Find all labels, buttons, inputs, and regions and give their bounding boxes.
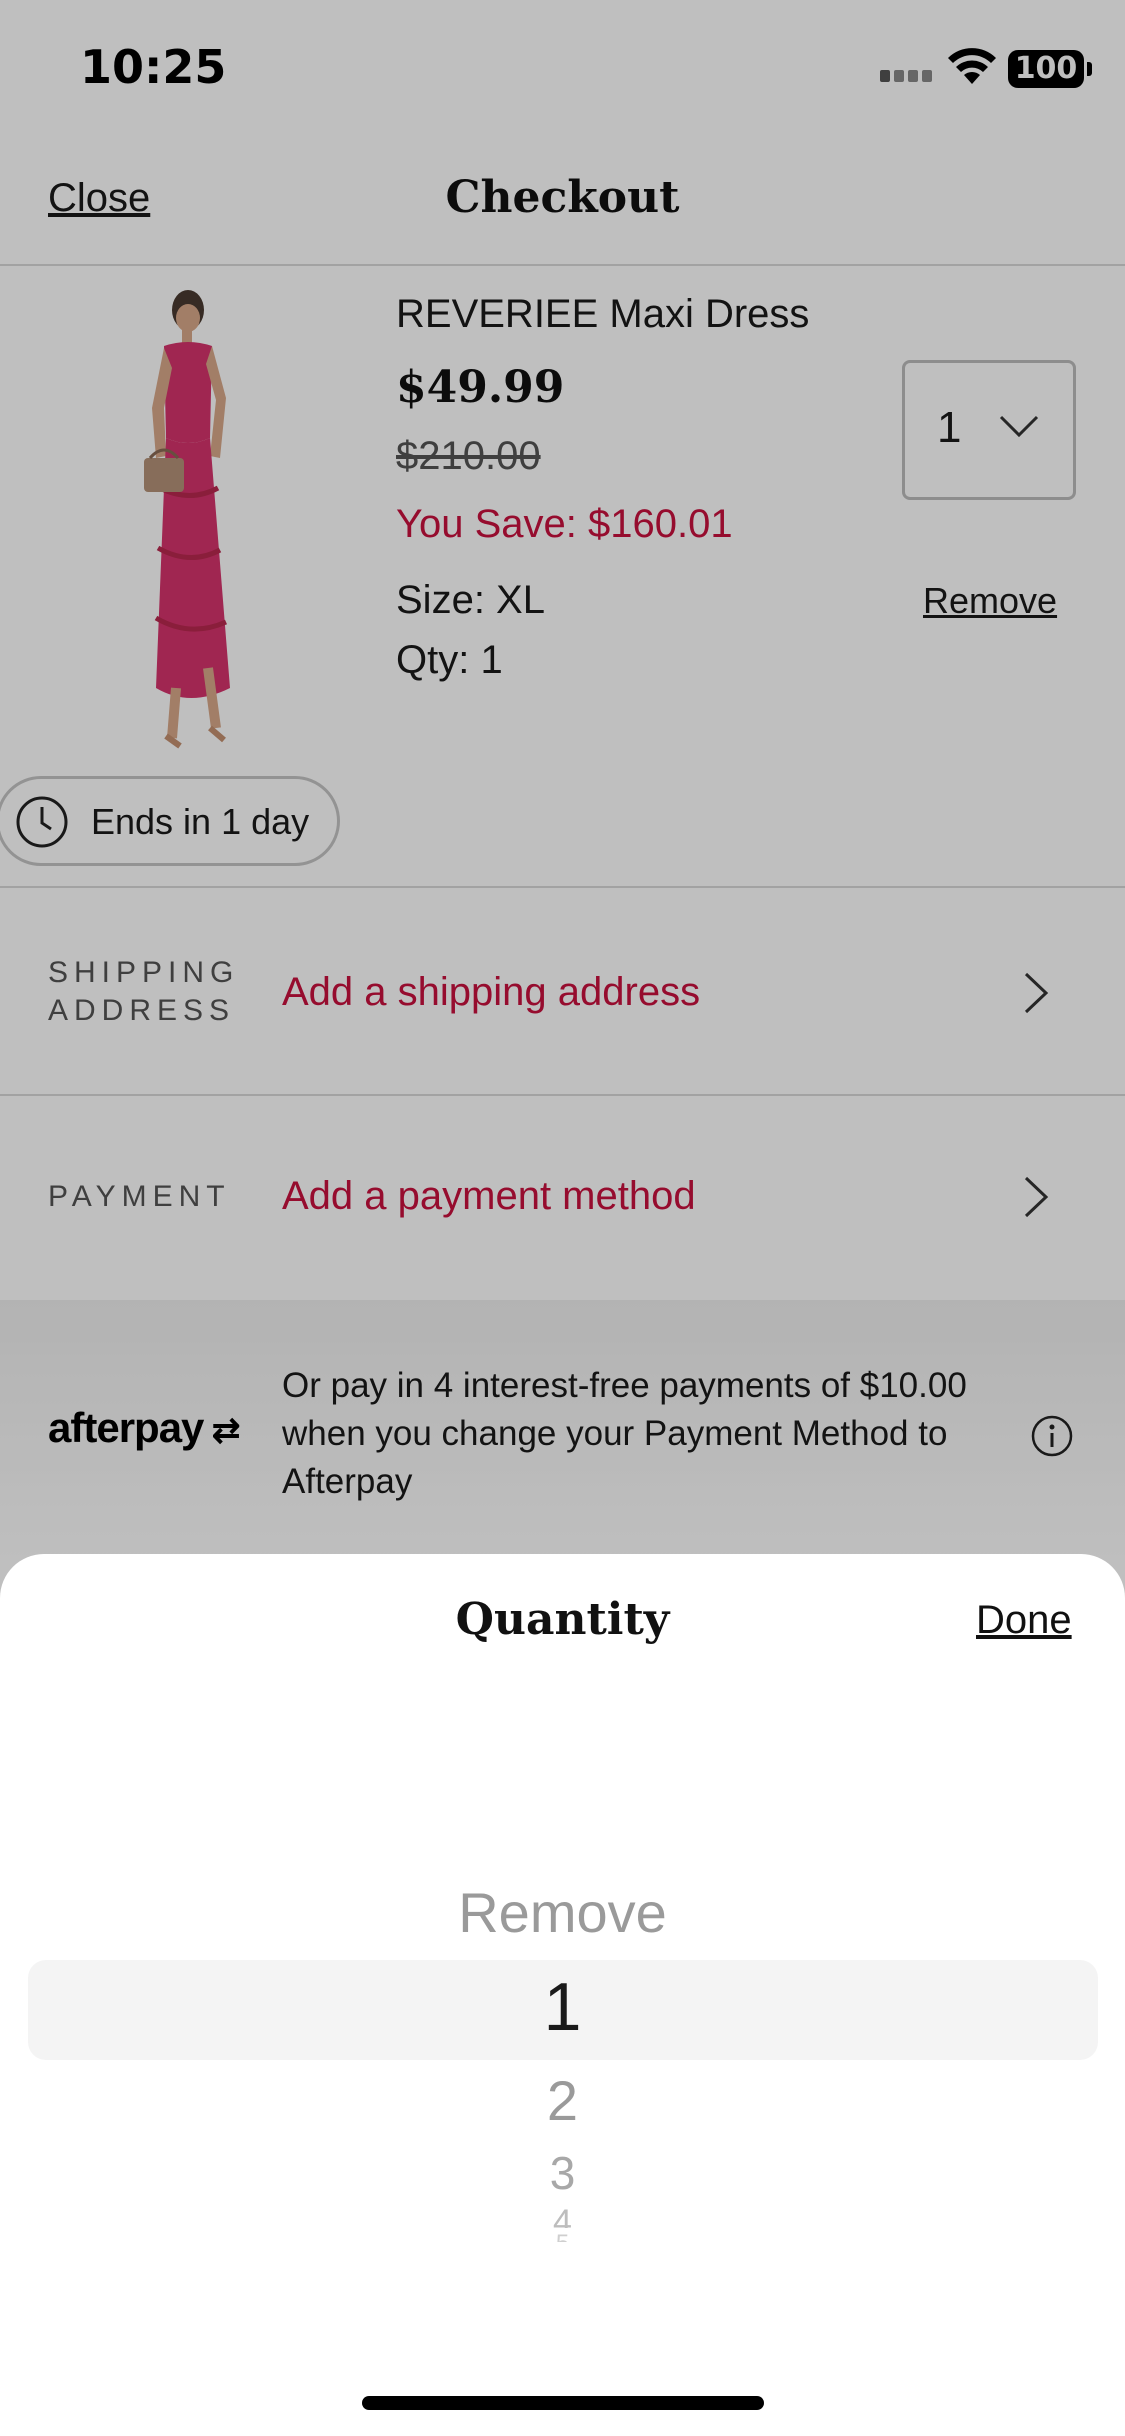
sheet-title: Quantity <box>455 1594 670 1645</box>
done-button[interactable]: Done <box>976 1598 1072 1643</box>
home-indicator <box>362 2396 764 2410</box>
picker-option-1[interactable]: 1 <box>0 1968 1125 2046</box>
picker-option-3[interactable]: 3 <box>0 2146 1125 2200</box>
picker-option-5[interactable]: 5 <box>0 2234 1125 2242</box>
picker-option-4[interactable]: 4 <box>0 2202 1125 2228</box>
picker-option-2[interactable]: 2 <box>0 2068 1125 2133</box>
quantity-picker[interactable]: Remove 1 2 3 4 5 <box>0 1854 1125 2254</box>
picker-option-remove[interactable]: Remove <box>0 1880 1125 1945</box>
quantity-sheet: Quantity Done Remove 1 2 3 4 5 <box>0 1554 1125 2436</box>
